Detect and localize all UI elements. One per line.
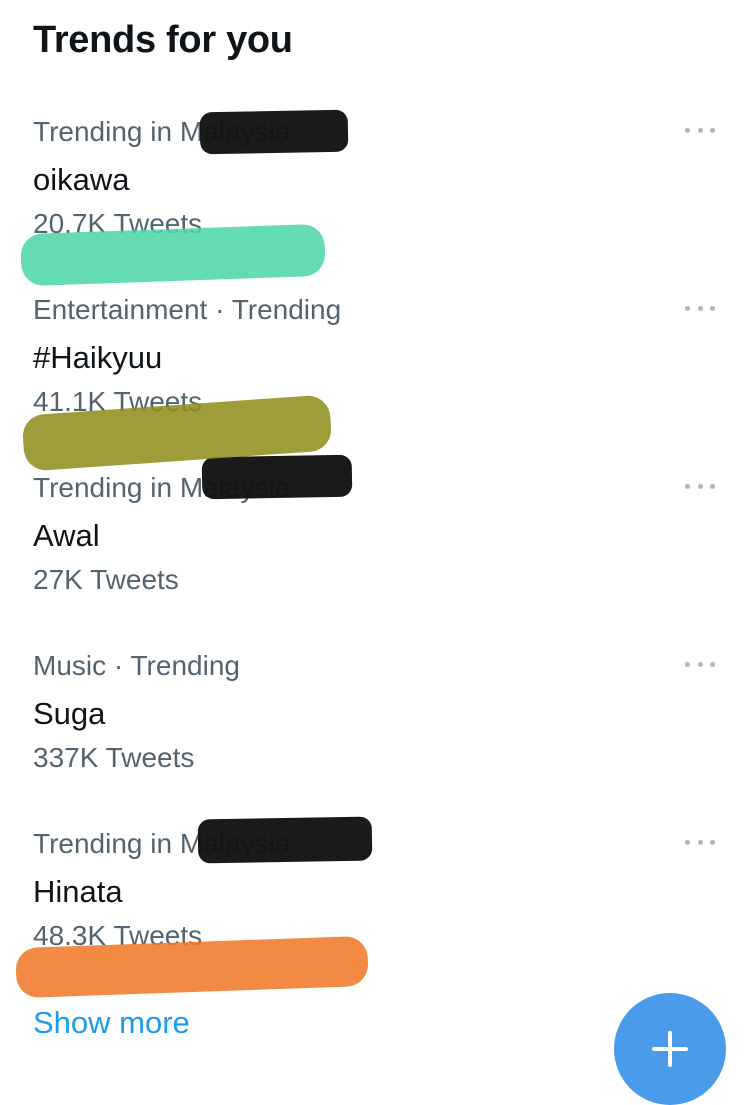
tweet-count: 27K Tweets [33, 564, 179, 595]
more-options-icon[interactable] [685, 832, 715, 852]
trend-name: Awal [33, 518, 100, 553]
more-options-icon[interactable] [685, 120, 715, 140]
trend-name: Hinata [33, 874, 123, 909]
more-options-icon[interactable] [685, 654, 715, 674]
trend-meta: Entertainment · Trending [33, 294, 342, 325]
trend-name: Suga [33, 696, 106, 731]
redaction-mark [201, 454, 353, 500]
redaction-mark [197, 816, 373, 864]
tweet-count: 337K Tweets [33, 742, 195, 773]
highlight-stroke [20, 223, 326, 287]
trend-name: #Haikyuu [33, 340, 163, 375]
trend-meta: Music · Trending [33, 650, 240, 681]
trend-item[interactable]: Trending in Malaysia Awal 27K Tweets [0, 470, 749, 648]
trend-item[interactable]: Music · Trending Suga 337K Tweets [0, 648, 749, 826]
compose-button[interactable] [614, 993, 726, 1105]
more-options-icon[interactable] [685, 298, 715, 318]
redaction-mark [199, 109, 349, 155]
plus-icon [652, 1031, 688, 1067]
more-options-icon[interactable] [685, 476, 715, 496]
page-title: Trends for you [33, 19, 293, 61]
show-more-link[interactable]: Show more [33, 1003, 190, 1043]
trend-name: oikawa [33, 162, 130, 197]
